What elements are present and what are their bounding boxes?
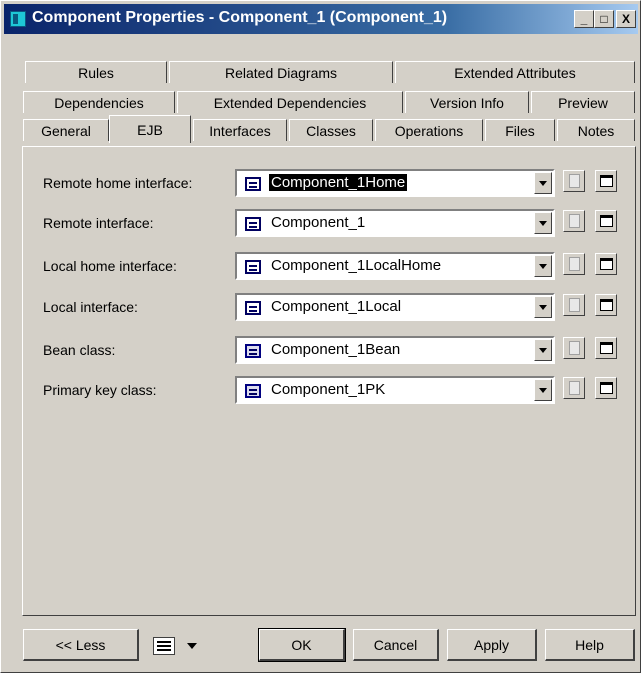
properties-icon[interactable] — [595, 210, 617, 232]
help-button[interactable]: Help — [545, 629, 635, 661]
dropdown-arrow-icon[interactable] — [534, 339, 552, 361]
bean-class-combo[interactable]: Component_1Bean — [235, 336, 555, 364]
create-object-icon[interactable] — [563, 294, 585, 316]
less-button[interactable]: << Less — [23, 629, 139, 661]
properties-icon[interactable] — [595, 294, 617, 316]
remote-interface-label: Remote interface: — [43, 215, 154, 231]
tab-extended-dependencies[interactable]: Extended Dependencies — [177, 91, 403, 113]
local-home-interface-value: Component_1LocalHome — [271, 257, 442, 274]
interface-icon — [245, 217, 261, 231]
tab-dependencies[interactable]: Dependencies — [23, 91, 175, 113]
remote-home-interface-value: Component_1Home — [269, 174, 408, 191]
tab-preview[interactable]: Preview — [531, 91, 635, 113]
tab-extended-attributes[interactable]: Extended Attributes — [395, 61, 635, 83]
class-icon — [245, 384, 261, 398]
primary-key-class-label: Primary key class: — [43, 382, 157, 398]
window-title: Component Properties - Component_1 (Comp… — [32, 9, 448, 26]
dropdown-arrow-icon[interactable] — [534, 172, 552, 194]
dropdown-arrow-icon[interactable] — [534, 296, 552, 318]
component-icon — [10, 11, 26, 27]
tab-classes[interactable]: Classes — [289, 119, 373, 141]
class-icon — [245, 344, 261, 358]
remote-home-interface-combo[interactable]: Component_1Home — [235, 169, 555, 197]
properties-icon[interactable] — [595, 337, 617, 359]
interface-icon — [245, 260, 261, 274]
create-object-icon[interactable] — [563, 337, 585, 359]
chevron-down-icon[interactable] — [187, 643, 197, 649]
minimize-button[interactable]: _ — [574, 10, 594, 28]
dropdown-arrow-icon[interactable] — [534, 255, 552, 277]
tab-operations[interactable]: Operations — [375, 119, 483, 141]
maximize-button[interactable]: □ — [594, 10, 614, 28]
remote-home-interface-label: Remote home interface: — [43, 175, 193, 191]
local-interface-label: Local interface: — [43, 299, 138, 315]
title-bar[interactable]: Component Properties - Component_1 (Comp… — [4, 4, 638, 34]
apply-button[interactable]: Apply — [447, 629, 537, 661]
cancel-button[interactable]: Cancel — [353, 629, 439, 661]
ok-button[interactable]: OK — [258, 628, 346, 662]
list-menu-icon[interactable] — [153, 637, 175, 655]
tab-files[interactable]: Files — [485, 119, 555, 141]
bean-class-label: Bean class: — [43, 342, 116, 358]
dialog-window: Component Properties - Component_1 (Comp… — [0, 0, 641, 673]
create-object-icon[interactable] — [563, 253, 585, 275]
properties-icon[interactable] — [595, 170, 617, 192]
create-object-icon[interactable] — [563, 170, 585, 192]
local-interface-combo[interactable]: Component_1Local — [235, 293, 555, 321]
tab-interfaces[interactable]: Interfaces — [193, 119, 287, 141]
tab-notes[interactable]: Notes — [557, 119, 635, 141]
tab-ejb[interactable]: EJB — [109, 115, 191, 143]
create-object-icon[interactable] — [563, 210, 585, 232]
primary-key-class-combo[interactable]: Component_1PK — [235, 376, 555, 404]
tab-related-diagrams[interactable]: Related Diagrams — [169, 61, 393, 83]
local-home-interface-combo[interactable]: Component_1LocalHome — [235, 252, 555, 280]
tab-version-info[interactable]: Version Info — [405, 91, 529, 113]
remote-interface-combo[interactable]: Component_1 — [235, 209, 555, 237]
interface-icon — [245, 301, 261, 315]
dropdown-arrow-icon[interactable] — [534, 212, 552, 234]
local-interface-value: Component_1Local — [271, 298, 402, 315]
dropdown-arrow-icon[interactable] — [534, 379, 552, 401]
create-object-icon[interactable] — [563, 377, 585, 399]
interface-icon — [245, 177, 261, 191]
properties-icon[interactable] — [595, 253, 617, 275]
local-home-interface-label: Local home interface: — [43, 258, 177, 274]
tab-general[interactable]: General — [23, 119, 109, 141]
properties-icon[interactable] — [595, 377, 617, 399]
remote-interface-value: Component_1 — [271, 214, 366, 231]
close-button[interactable]: X — [616, 10, 636, 28]
primary-key-class-value: Component_1PK — [271, 381, 386, 398]
bean-class-value: Component_1Bean — [271, 341, 401, 358]
tab-rules[interactable]: Rules — [25, 61, 167, 83]
